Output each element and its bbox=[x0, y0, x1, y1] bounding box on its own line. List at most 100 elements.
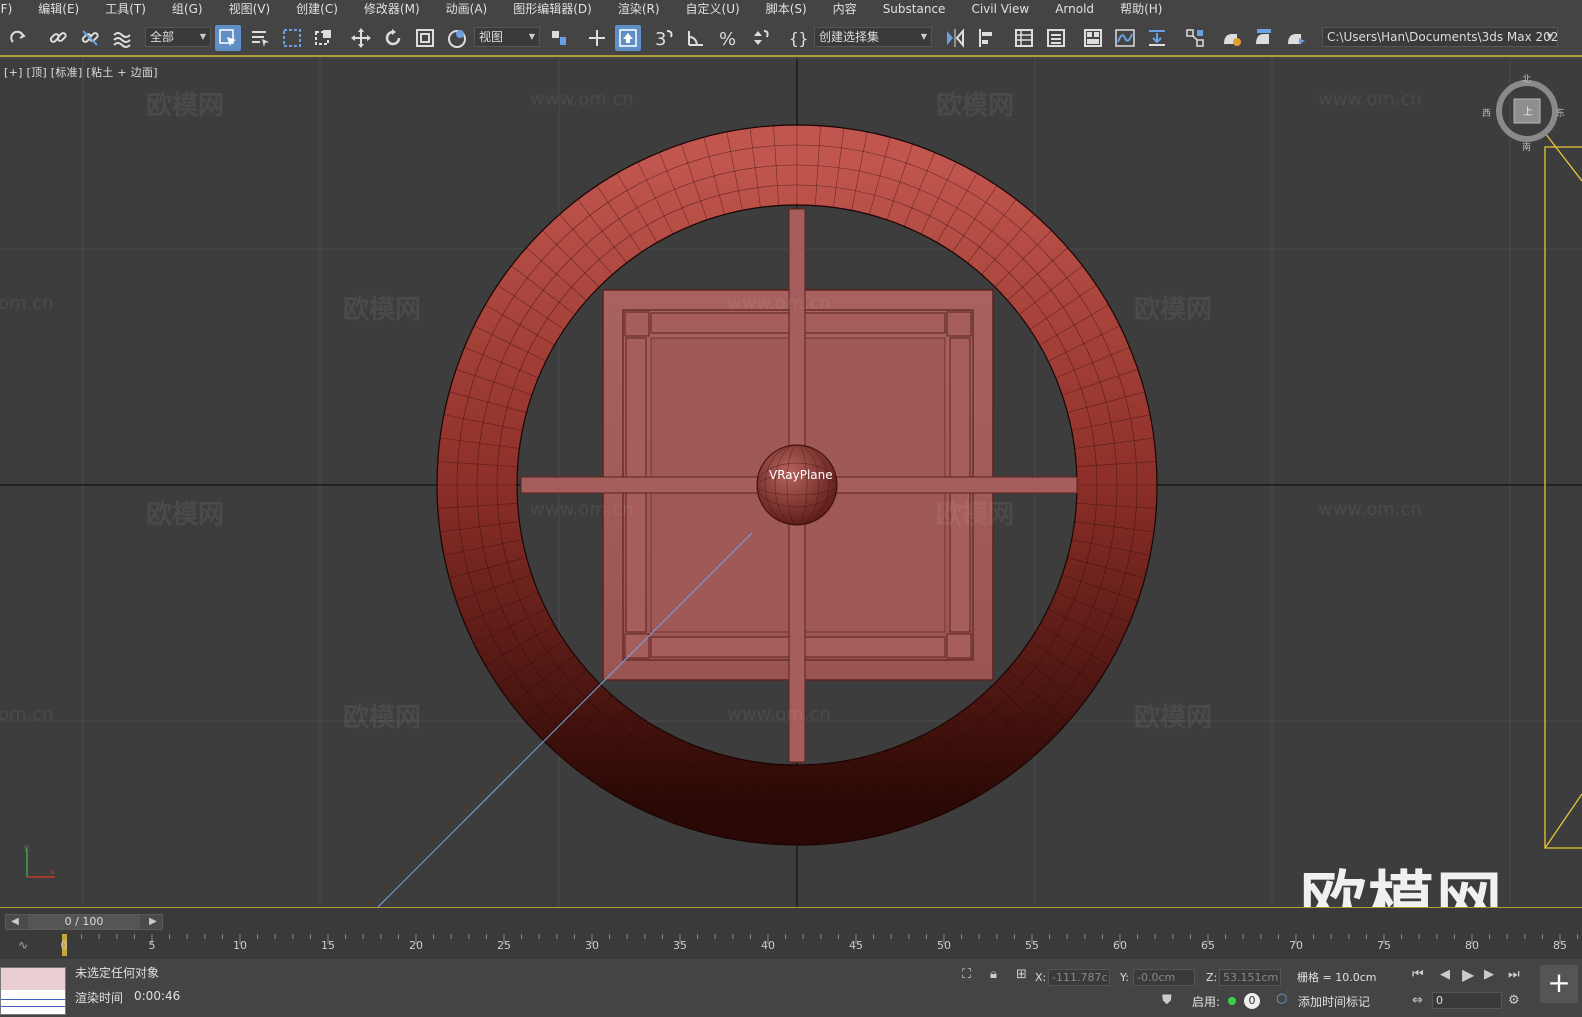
menu-content[interactable]: 内容 bbox=[820, 0, 870, 19]
menu-arnold[interactable]: Arnold bbox=[1042, 0, 1107, 19]
isolate-selection-icon[interactable]: ⛶ bbox=[962, 967, 971, 982]
select-by-name-icon[interactable] bbox=[247, 25, 273, 51]
keyboard-shortcut-override-icon[interactable] bbox=[615, 25, 641, 51]
time-tag-icon[interactable]: ⬡ bbox=[1276, 992, 1287, 1007]
align-icon[interactable] bbox=[974, 25, 1000, 51]
absolute-mode-icon[interactable]: ⊞ bbox=[1016, 967, 1027, 982]
viewport-scene bbox=[0, 59, 1582, 907]
menu-animation[interactable]: 动画(A) bbox=[433, 0, 501, 19]
menu-create[interactable]: 创建(C) bbox=[283, 0, 351, 19]
main-toolbar: 全部 ▼ 视图 ▼ 3 % {} 创建选择集 ▼ C:\Users\Han\Do… bbox=[0, 19, 1582, 57]
z-coord-field[interactable]: 53.151cm bbox=[1219, 969, 1281, 986]
render-frame-icon[interactable] bbox=[1251, 25, 1277, 51]
time-configuration-icon[interactable]: ⚙ bbox=[1508, 993, 1520, 1008]
enable-count-badge[interactable]: 0 bbox=[1244, 993, 1260, 1009]
x-coord-field[interactable]: -111.787c bbox=[1048, 969, 1110, 986]
scale-icon[interactable] bbox=[412, 25, 438, 51]
percent-snap-icon[interactable]: % bbox=[715, 25, 741, 51]
next-frame-icon[interactable]: ▶︎ bbox=[1484, 967, 1494, 982]
snaps-toggle-icon[interactable]: 3 bbox=[651, 25, 677, 51]
render-setup-icon[interactable] bbox=[1219, 25, 1245, 51]
mirror-icon[interactable] bbox=[942, 25, 968, 51]
key-mode-icon[interactable]: ⇔ bbox=[1412, 993, 1423, 1008]
scene-explorer-icon[interactable] bbox=[1011, 25, 1037, 51]
frame-display[interactable]: 0 / 100 bbox=[28, 915, 140, 929]
viewcube-north[interactable]: 北 bbox=[1522, 72, 1531, 85]
menu-modifiers[interactable]: 修改器(M) bbox=[351, 0, 433, 19]
viewcube[interactable]: 上 北 南 西 东 bbox=[1482, 75, 1565, 153]
rectangular-selection-icon[interactable] bbox=[279, 25, 305, 51]
material-editor-icon[interactable] bbox=[1182, 25, 1208, 51]
render-production-icon[interactable] bbox=[1283, 25, 1309, 51]
redo-icon[interactable] bbox=[6, 25, 32, 51]
curve-editor-icon[interactable] bbox=[1112, 25, 1138, 51]
menu-substance[interactable]: Substance bbox=[870, 0, 959, 19]
project-path-dropdown[interactable]: C:\Users\Han\Documents\3ds Max 2022 ▼ bbox=[1322, 27, 1558, 47]
bind-space-warp-icon[interactable] bbox=[109, 25, 135, 51]
mini-curve-editor-icon[interactable]: ∿ bbox=[18, 938, 28, 952]
previous-frame-icon[interactable]: ◀︎ bbox=[1440, 967, 1450, 982]
timeline-tick-label: 65 bbox=[1201, 939, 1215, 952]
rotate-icon[interactable] bbox=[380, 25, 406, 51]
menu-civil-view[interactable]: Civil View bbox=[958, 0, 1042, 19]
menu-tools[interactable]: 工具(T) bbox=[92, 0, 159, 19]
pivot-center-icon[interactable] bbox=[546, 25, 572, 51]
angle-snap-icon[interactable] bbox=[683, 25, 709, 51]
place-icon[interactable] bbox=[444, 25, 470, 51]
named-selection-dropdown[interactable]: 创建选择集 ▼ bbox=[814, 27, 932, 47]
watermark-url: www.om.cn bbox=[1318, 89, 1422, 110]
viewport-top[interactable]: [+] [顶] [标准] [粘土 + 边面] 欧模网 www.om.cn 欧模网… bbox=[0, 59, 1582, 907]
reference-coord-dropdown[interactable]: 视图 ▼ bbox=[474, 27, 540, 47]
watermark-url: www.om.cn bbox=[530, 499, 634, 520]
link-icon[interactable] bbox=[45, 25, 71, 51]
select-object-icon[interactable] bbox=[215, 25, 241, 51]
menu-graph-editors[interactable]: 图形编辑器(D) bbox=[500, 0, 605, 19]
window-crossing-icon[interactable] bbox=[311, 25, 337, 51]
object-label-vrayplane[interactable]: VRayPlane bbox=[769, 468, 833, 482]
go-to-start-icon[interactable]: ⏮ bbox=[1412, 967, 1424, 982]
viewcube-west[interactable]: 西 bbox=[1482, 106, 1491, 119]
toggle-ribbon-icon[interactable] bbox=[1080, 25, 1106, 51]
current-frame-field[interactable]: 0 bbox=[1432, 992, 1502, 1009]
add-time-tag-button[interactable]: 添加时间标记 bbox=[1298, 993, 1370, 1010]
watermark-logo: 欧模网 bbox=[1134, 703, 1213, 733]
viewcube-east[interactable]: 东 bbox=[1556, 106, 1565, 119]
viewport-label[interactable]: [+] [顶] [标准] [粘土 + 边面] bbox=[4, 64, 158, 80]
next-frame-icon[interactable]: ▶ bbox=[146, 915, 160, 929]
watermark-url: om.cn bbox=[0, 293, 54, 314]
prev-frame-icon[interactable]: ◀ bbox=[8, 915, 22, 929]
move-icon[interactable] bbox=[348, 25, 374, 51]
edit-named-selection-icon[interactable]: {} bbox=[785, 25, 811, 51]
menu-scripting[interactable]: 脚本(S) bbox=[753, 0, 820, 19]
adaptive-degradation-icon[interactable]: ⛊ bbox=[1162, 993, 1172, 1008]
menu-group[interactable]: 组(G) bbox=[159, 0, 216, 19]
go-to-end-icon[interactable]: ⏭ bbox=[1508, 967, 1520, 982]
schematic-view-icon[interactable] bbox=[1144, 25, 1170, 51]
menu-rendering[interactable]: 渲染(R) bbox=[605, 0, 673, 19]
spinner-snap-icon[interactable] bbox=[747, 25, 773, 51]
timeline-tick-label: 55 bbox=[1025, 939, 1039, 952]
watermark-logo: 欧模网 bbox=[146, 91, 225, 121]
selection-status: 未选定任何对象 bbox=[75, 966, 160, 980]
render-time-label: 渲染时间 bbox=[75, 991, 124, 1005]
viewcube-face-label[interactable]: 上 bbox=[1523, 103, 1533, 118]
maxscript-listener-thumb[interactable] bbox=[0, 967, 66, 1015]
menu-file[interactable]: (F) bbox=[0, 0, 25, 19]
menu-help[interactable]: 帮助(H) bbox=[1107, 0, 1175, 19]
selection-filter-dropdown[interactable]: 全部 ▼ bbox=[145, 27, 211, 47]
time-slider[interactable]: ◀ 0 / 100 ▶ bbox=[5, 914, 163, 930]
svg-text:%: % bbox=[719, 29, 736, 49]
viewport-navigation-icon[interactable]: + bbox=[1540, 965, 1578, 1003]
watermark-logo: 欧模网 bbox=[343, 703, 422, 733]
select-manipulate-icon[interactable] bbox=[584, 25, 610, 51]
layer-explorer-icon[interactable] bbox=[1043, 25, 1069, 51]
y-coord-field[interactable]: -0.0cm bbox=[1133, 969, 1195, 986]
selection-lock-icon[interactable]: 🔒︎ bbox=[990, 967, 997, 982]
menu-views[interactable]: 视图(V) bbox=[216, 0, 284, 19]
menu-customize[interactable]: 自定义(U) bbox=[673, 0, 753, 19]
play-icon[interactable]: ▶ bbox=[1462, 965, 1474, 984]
timeline-tick-label: 5 bbox=[148, 939, 156, 952]
viewcube-south[interactable]: 南 bbox=[1522, 140, 1531, 153]
menu-edit[interactable]: 编辑(E) bbox=[25, 0, 92, 19]
unlink-icon[interactable] bbox=[77, 25, 103, 51]
